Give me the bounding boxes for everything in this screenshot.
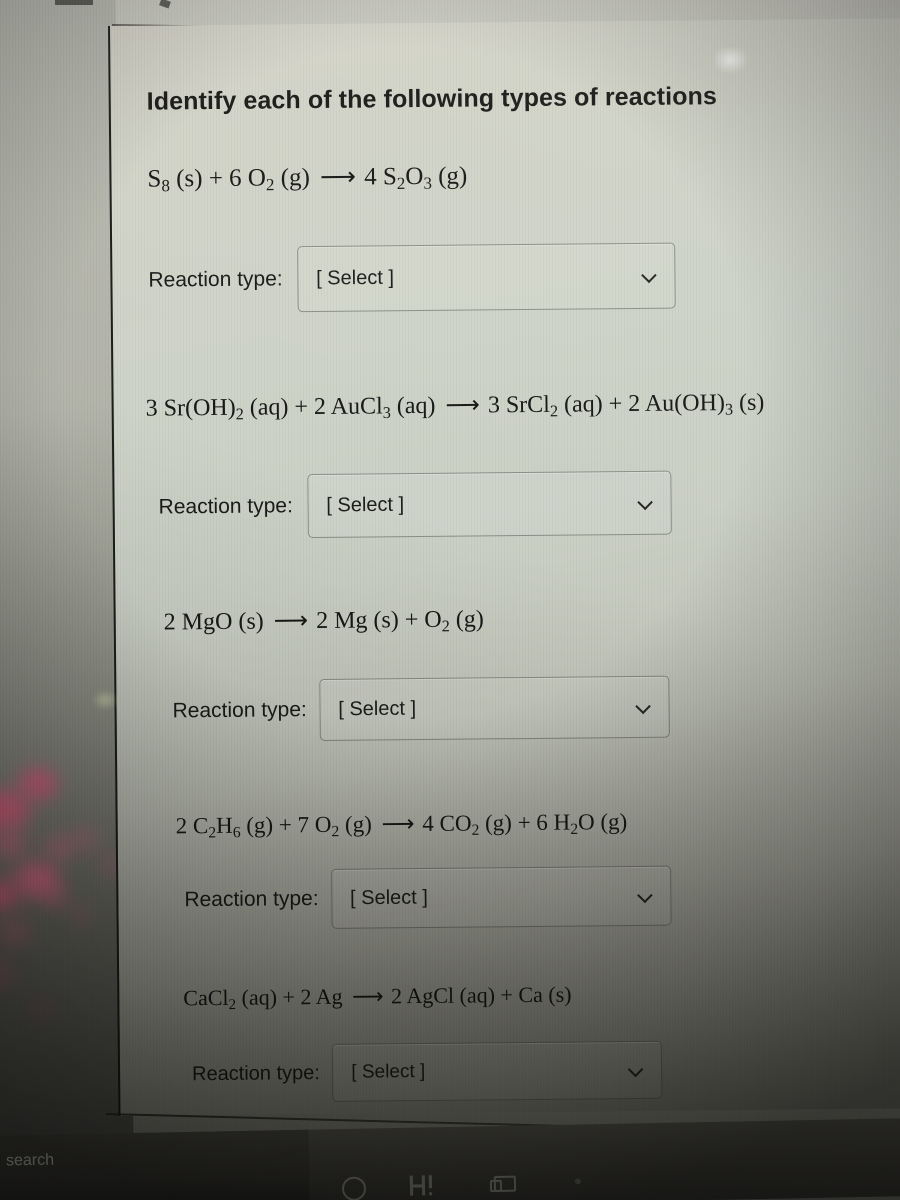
- taskbar-search-label[interactable]: search: [6, 1152, 54, 1171]
- light-reflection: [70, 906, 92, 924]
- reaction-equation-3: 2 MgO (s) ⟶ 2 Mg (s) + O2 (g): [163, 606, 484, 636]
- chevron-down-icon: [629, 1062, 645, 1078]
- reaction-type-label: Reaction type:: [172, 698, 307, 723]
- file-explorer-folder-icon[interactable]: [489, 1175, 517, 1193]
- reaction-type-label: Reaction type:: [148, 267, 283, 292]
- reaction-equation-5: CaCl2 (aq) + 2 Ag ⟶ 2 AgCl (aq) + Ca (s): [183, 981, 572, 1014]
- reaction-type-row-3: Reaction type: [ Select ]: [172, 675, 670, 743]
- reaction-type-row-4: Reaction type: [ Select ]: [184, 865, 672, 931]
- screen-glare: [92, 690, 118, 710]
- cortana-circle-icon[interactable]: [341, 1176, 367, 1200]
- quiz-content: Identify each of the following types of …: [110, 18, 900, 1116]
- light-reflection: [44, 836, 74, 860]
- reaction-type-select-2[interactable]: [ Select ]: [307, 470, 672, 539]
- select-value: [ Select ]: [338, 697, 417, 721]
- light-reflection: [42, 886, 68, 908]
- chevron-down-icon: [636, 699, 652, 715]
- select-value: [ Select ]: [349, 886, 429, 910]
- reaction-type-row-1: Reaction type: [ Select ]: [148, 242, 676, 314]
- taskbar-icon-group: [330, 1169, 661, 1200]
- content-card: Identify each of the following types of …: [108, 18, 900, 1116]
- reaction-type-select-4[interactable]: [ Select ]: [330, 865, 672, 929]
- reaction-type-row-5: Reaction type: [ Select ]: [191, 1040, 663, 1104]
- select-value: [ Select ]: [326, 493, 405, 517]
- task-view-icon[interactable]: [409, 1175, 432, 1196]
- chevron-down-icon: [642, 268, 658, 284]
- select-value: [ Select ]: [316, 266, 395, 290]
- reaction-type-label: Reaction type:: [158, 494, 293, 519]
- reaction-type-label: Reaction type:: [184, 887, 319, 912]
- taskbar-indicator-dot: [574, 1178, 581, 1185]
- reaction-type-label: Reaction type:: [191, 1061, 321, 1085]
- chevron-down-icon: [638, 888, 654, 904]
- light-reflection: [30, 1000, 56, 1020]
- photographed-screen: Identify each of the following types of …: [0, 0, 900, 1200]
- page-title: Identify each of the following types of …: [146, 82, 718, 116]
- reaction-equation-4: 2 C2H6 (g) + 7 O2 (g) ⟶ 4 CO2 (g) + 6 H2…: [175, 809, 628, 842]
- reaction-equation-2: 3 Sr(OH)2 (aq) + 2 AuCl3 (aq) ⟶ 3 SrCl2 …: [145, 389, 765, 424]
- reaction-type-select-1[interactable]: [ Select ]: [296, 242, 676, 313]
- chevron-down-icon: [638, 495, 654, 511]
- browser-chrome-fragment: [55, 0, 93, 5]
- screen-glare: [715, 48, 749, 74]
- reaction-type-row-2: Reaction type: [ Select ]: [158, 470, 672, 540]
- reaction-equation-1: S8 (s) + 6 O2 (g) ⟶ 4 S2O3 (g): [147, 162, 468, 196]
- reaction-type-select-5[interactable]: [ Select ]: [332, 1040, 663, 1102]
- light-reflection: [0, 920, 30, 944]
- light-reflection: [72, 828, 98, 850]
- reaction-type-select-3[interactable]: [ Select ]: [318, 675, 670, 742]
- select-value: [ Select ]: [351, 1061, 426, 1083]
- light-reflection: [18, 768, 58, 800]
